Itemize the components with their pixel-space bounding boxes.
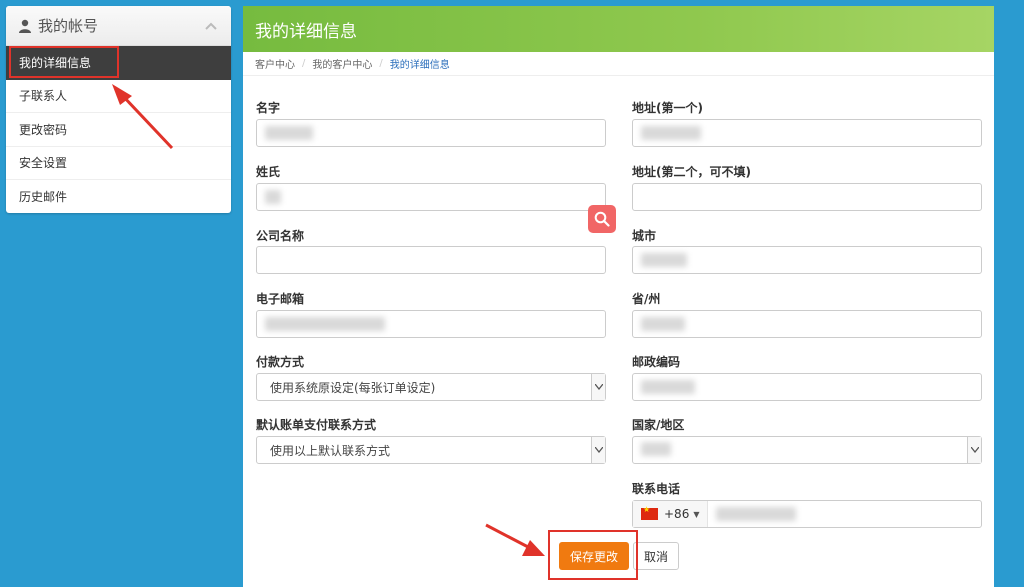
sidebar-item-label: 安全设置 (19, 156, 68, 171)
payment-method-select[interactable]: 使用系统原设定(每张订单设定) (256, 373, 606, 401)
sidebar-item-my-details[interactable]: 我的详细信息 (6, 46, 231, 80)
phone-field[interactable]: +86 ▼ (632, 500, 982, 528)
redacted-value (641, 380, 695, 394)
last-name-field[interactable] (256, 183, 606, 211)
redacted-value (716, 507, 797, 521)
address1-field[interactable] (632, 119, 982, 147)
cancel-button[interactable]: 取消 (633, 542, 679, 570)
email-field[interactable] (256, 310, 606, 338)
sidebar-item-label: 历史邮件 (19, 190, 68, 205)
select-arrow-icon (591, 374, 605, 400)
select-arrow-icon (591, 437, 605, 463)
sidebar-title: 我的帐号 (38, 17, 99, 35)
postcode-label: 邮政编码 (632, 355, 681, 369)
save-button[interactable]: 保存更改 (559, 542, 629, 570)
dial-code: +86 (664, 507, 690, 521)
country-code-dropdown[interactable]: +86 ▼ (633, 501, 709, 527)
state-field[interactable] (632, 310, 982, 338)
address2-label: 地址(第二个，可不填) (632, 165, 751, 179)
sidebar-item-security-settings[interactable]: 安全设置 (6, 147, 231, 180)
redacted-value (641, 253, 687, 267)
sidebar-item-email-history[interactable]: 历史邮件 (6, 180, 231, 213)
state-label: 省/州 (632, 292, 661, 306)
redacted-value (641, 441, 671, 456)
payment-method-value: 使用系统原设定(每张订单设定) (270, 380, 436, 395)
first-name-label: 名字 (256, 101, 281, 115)
last-name-label: 姓氏 (256, 165, 281, 179)
redacted-value (265, 126, 313, 140)
sidebar-item-sub-contacts[interactable]: 子联系人 (6, 80, 231, 113)
sidebar-item-label: 子联系人 (19, 89, 68, 104)
china-flag-icon (641, 505, 658, 520)
sidebar-item-label: 更改密码 (19, 122, 68, 137)
payment-method-label: 付款方式 (256, 355, 305, 369)
postcode-field[interactable] (632, 373, 982, 401)
phone-label: 联系电话 (632, 482, 681, 496)
sidebar-item-label: 我的详细信息 (19, 55, 92, 70)
chevron-up-icon[interactable] (203, 18, 219, 34)
page-title: 我的详细信息 (243, 6, 994, 52)
city-field[interactable] (632, 246, 982, 274)
city-label: 城市 (632, 229, 657, 243)
select-arrow-icon (967, 437, 981, 463)
billing-contact-select[interactable]: 使用以上默认联系方式 (256, 436, 606, 464)
company-name-label: 公司名称 (256, 229, 305, 243)
address1-label: 地址(第一个) (632, 101, 703, 115)
redacted-value (641, 317, 685, 331)
redacted-value (265, 317, 385, 331)
account-sidebar: 我的帐号 我的详细信息 子联系人 更改密码 安全设置 历史邮件 (6, 6, 231, 213)
search-icon[interactable] (588, 205, 616, 233)
caret-down-icon: ▼ (693, 509, 700, 519)
sidebar-header[interactable]: 我的帐号 (6, 6, 231, 46)
sidebar-item-change-password[interactable]: 更改密码 (6, 113, 231, 147)
company-name-field[interactable] (256, 246, 606, 274)
country-select[interactable] (632, 436, 982, 464)
redacted-value (641, 126, 701, 140)
user-icon (19, 19, 31, 33)
breadcrumb-my-client-center[interactable]: 我的客户中心 (312, 56, 372, 71)
email-label: 电子邮箱 (256, 292, 305, 306)
breadcrumb-client-center[interactable]: 客户中心 (255, 56, 295, 71)
redacted-value (265, 190, 281, 204)
breadcrumb-current: 我的详细信息 (389, 60, 450, 71)
breadcrumb: 客户中心 / 我的客户中心 / 我的详细信息 (243, 52, 994, 76)
country-label: 国家/地区 (632, 418, 685, 432)
billing-contact-value: 使用以上默认联系方式 (270, 443, 391, 458)
first-name-field[interactable] (256, 119, 606, 147)
address2-field[interactable] (632, 183, 982, 211)
billing-contact-label: 默认账单支付联系方式 (256, 418, 377, 432)
